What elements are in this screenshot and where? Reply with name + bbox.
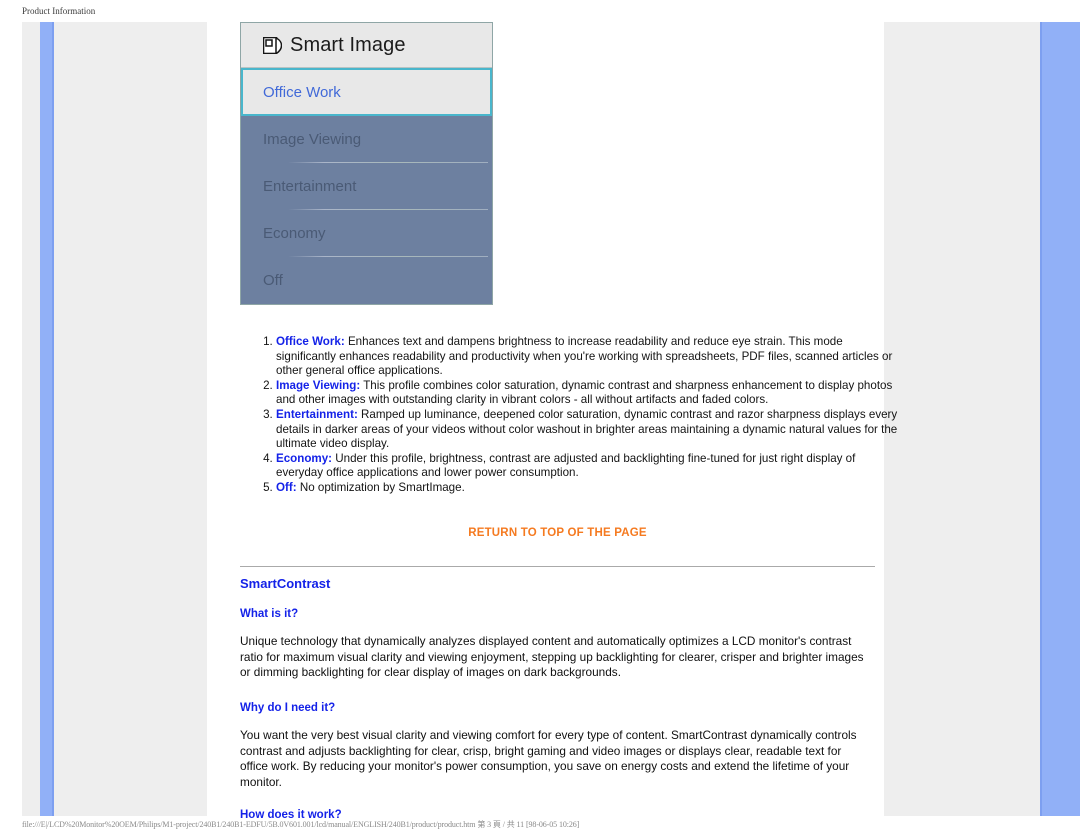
osd-item-label: Image Viewing [263, 131, 362, 148]
list-item: Image Viewing: This profile combines col… [276, 379, 901, 408]
right-blue-rail [1040, 22, 1080, 816]
section-divider [240, 566, 875, 567]
return-to-top-link[interactable]: RETURN TO TOP OF THE PAGE [240, 527, 875, 539]
why-do-i-need-it-heading: Why do I need it? [240, 702, 336, 714]
osd-item-label: Office Work [263, 83, 341, 101]
osd-item-image-viewing[interactable]: Image Viewing [241, 116, 492, 163]
osd-item-off[interactable]: Off [241, 257, 492, 304]
list-item: Economy: Under this profile, brightness,… [276, 452, 901, 481]
list-item-body: No optimization by SmartImage. [296, 480, 465, 494]
print-footer-page-info: 第 3 頁 / 共 11 [477, 820, 525, 829]
main-content-column: Smart Image Office Work Image Viewing En… [207, 22, 897, 821]
smartcontrast-heading: SmartContrast [240, 576, 331, 591]
osd-item-entertainment[interactable]: Entertainment [241, 163, 492, 210]
smart-image-feature-list: Office Work: Enhances text and dampens b… [252, 335, 901, 496]
list-item-body: Under this profile, brightness, contrast… [276, 451, 856, 480]
osd-item-office-work[interactable]: Office Work [241, 68, 492, 116]
list-item-body: Ramped up luminance, deepened color satu… [276, 407, 898, 451]
smart-image-osd-widget: Smart Image Office Work Image Viewing En… [240, 22, 493, 305]
print-footer-path: file:///E|/LCD%20Monitor%20OEM/Philips/M… [22, 820, 476, 829]
list-item-body: This profile combines color saturation, … [276, 378, 893, 407]
osd-title-bar: Smart Image [241, 23, 492, 68]
osd-item-label: Entertainment [263, 178, 357, 195]
osd-item-label: Economy [263, 225, 326, 242]
list-item: Office Work: Enhances text and dampens b… [276, 335, 901, 379]
list-item-lead: Economy: [276, 451, 333, 465]
why-do-i-need-it-paragraph: You want the very best visual clarity an… [240, 728, 857, 789]
return-to-top-label: RETURN TO TOP OF THE PAGE [468, 527, 647, 539]
list-item: Entertainment: Ramped up luminance, deep… [276, 408, 901, 452]
list-item: Off: No optimization by SmartImage. [276, 481, 901, 496]
smart-image-icon [262, 36, 283, 54]
list-item-lead: Off: [276, 480, 297, 494]
print-header: Product Information [0, 0, 1080, 22]
what-is-it-paragraph: Unique technology that dynamically analy… [240, 634, 864, 680]
print-header-title: Product Information [22, 6, 96, 16]
list-item-lead: Image Viewing: [276, 378, 361, 392]
list-item-lead: Office Work: [276, 335, 345, 348]
list-item-lead: Entertainment: [276, 407, 358, 421]
osd-item-economy[interactable]: Economy [241, 210, 492, 257]
osd-item-label: Off [263, 272, 283, 289]
print-footer-timestamp: [98-06-05 10:26] [525, 820, 580, 829]
list-item-body: Enhances text and dampens brightness to … [276, 335, 893, 378]
what-is-it-heading: What is it? [240, 608, 299, 620]
osd-title-text: Smart Image [290, 33, 406, 56]
print-footer: file:///E|/LCD%20Monitor%20OEM/Philips/M… [0, 816, 1080, 834]
page-canvas: Smart Image Office Work Image Viewing En… [22, 22, 1080, 821]
left-blue-rail [40, 22, 54, 816]
